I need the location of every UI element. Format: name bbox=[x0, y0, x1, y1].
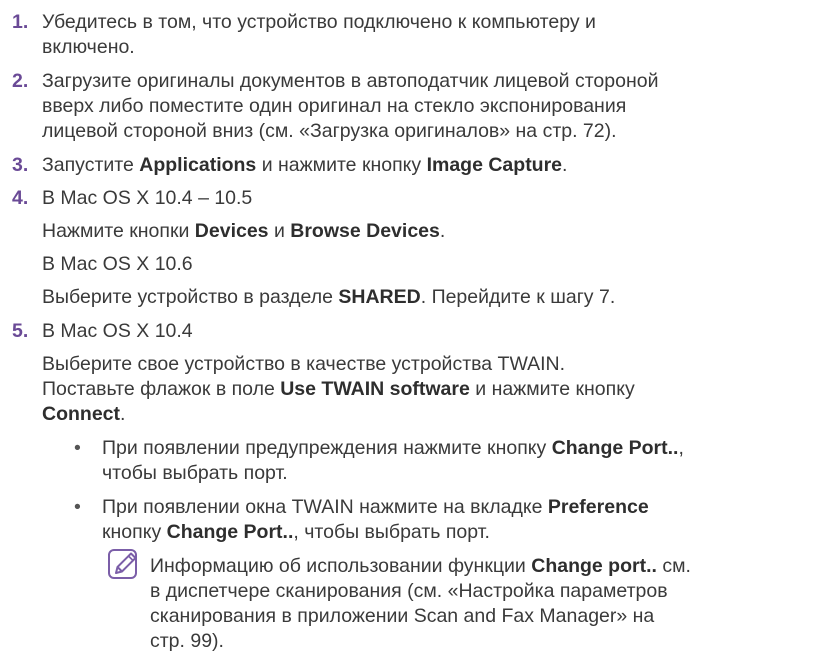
note-text: в диспетчере сканирования (см. «Настройк… bbox=[150, 580, 668, 602]
document-page: 1. Убедитесь в том, что устройство подкл… bbox=[0, 0, 814, 658]
note-pencil-icon bbox=[108, 549, 137, 579]
step-text: Поставьте флажок в поле Use TWAIN softwa… bbox=[42, 378, 635, 400]
step-number: 1. bbox=[12, 11, 29, 33]
step-number: 4. bbox=[12, 187, 29, 209]
step-text: Нажмите кнопки Devices и Browse Devices. bbox=[42, 220, 446, 242]
bullet-glyph: • bbox=[74, 496, 81, 518]
bullet-text: При появлении предупреждения нажмите кно… bbox=[102, 437, 684, 459]
step-text: Выберите устройство в разделе SHARED. Пе… bbox=[42, 286, 616, 308]
bullet-text: кнопку Change Port.., чтобы выбрать порт… bbox=[102, 521, 490, 543]
step-text: Убедитесь в том, что устройство подключе… bbox=[42, 11, 596, 33]
step-text: В Mac OS X 10.6 bbox=[42, 253, 193, 275]
step-text: Connect. bbox=[42, 403, 126, 425]
note-text: сканирования в приложении Scan and Fax M… bbox=[150, 605, 655, 627]
step-text: Выберите свое устройство в качестве устр… bbox=[42, 353, 566, 375]
bullet-text: При появлении окна TWAIN нажмите на вкла… bbox=[102, 496, 649, 518]
step-text: Запустите Applications и нажмите кнопку … bbox=[42, 154, 568, 176]
note-text: Информацию об использовании функции Chan… bbox=[150, 555, 691, 577]
step-text: вверх либо поместите один оригинал на ст… bbox=[42, 95, 627, 117]
note-text: стр. 99). bbox=[150, 630, 224, 652]
bullet-glyph: • bbox=[74, 437, 81, 459]
step-text: Загрузите оригиналы документов в автопод… bbox=[42, 70, 659, 92]
bullet-text: чтобы выбрать порт. bbox=[102, 462, 288, 484]
step-text: включено. bbox=[42, 36, 135, 58]
step-text: В Mac OS X 10.4 – 10.5 bbox=[42, 187, 253, 209]
step-number: 3. bbox=[12, 154, 29, 176]
step-number: 5. bbox=[12, 320, 29, 342]
step-number: 2. bbox=[12, 70, 29, 92]
step-text: лицевой стороной вниз (см. «Загрузка ори… bbox=[42, 120, 617, 142]
step-text: В Mac OS X 10.4 bbox=[42, 320, 193, 342]
